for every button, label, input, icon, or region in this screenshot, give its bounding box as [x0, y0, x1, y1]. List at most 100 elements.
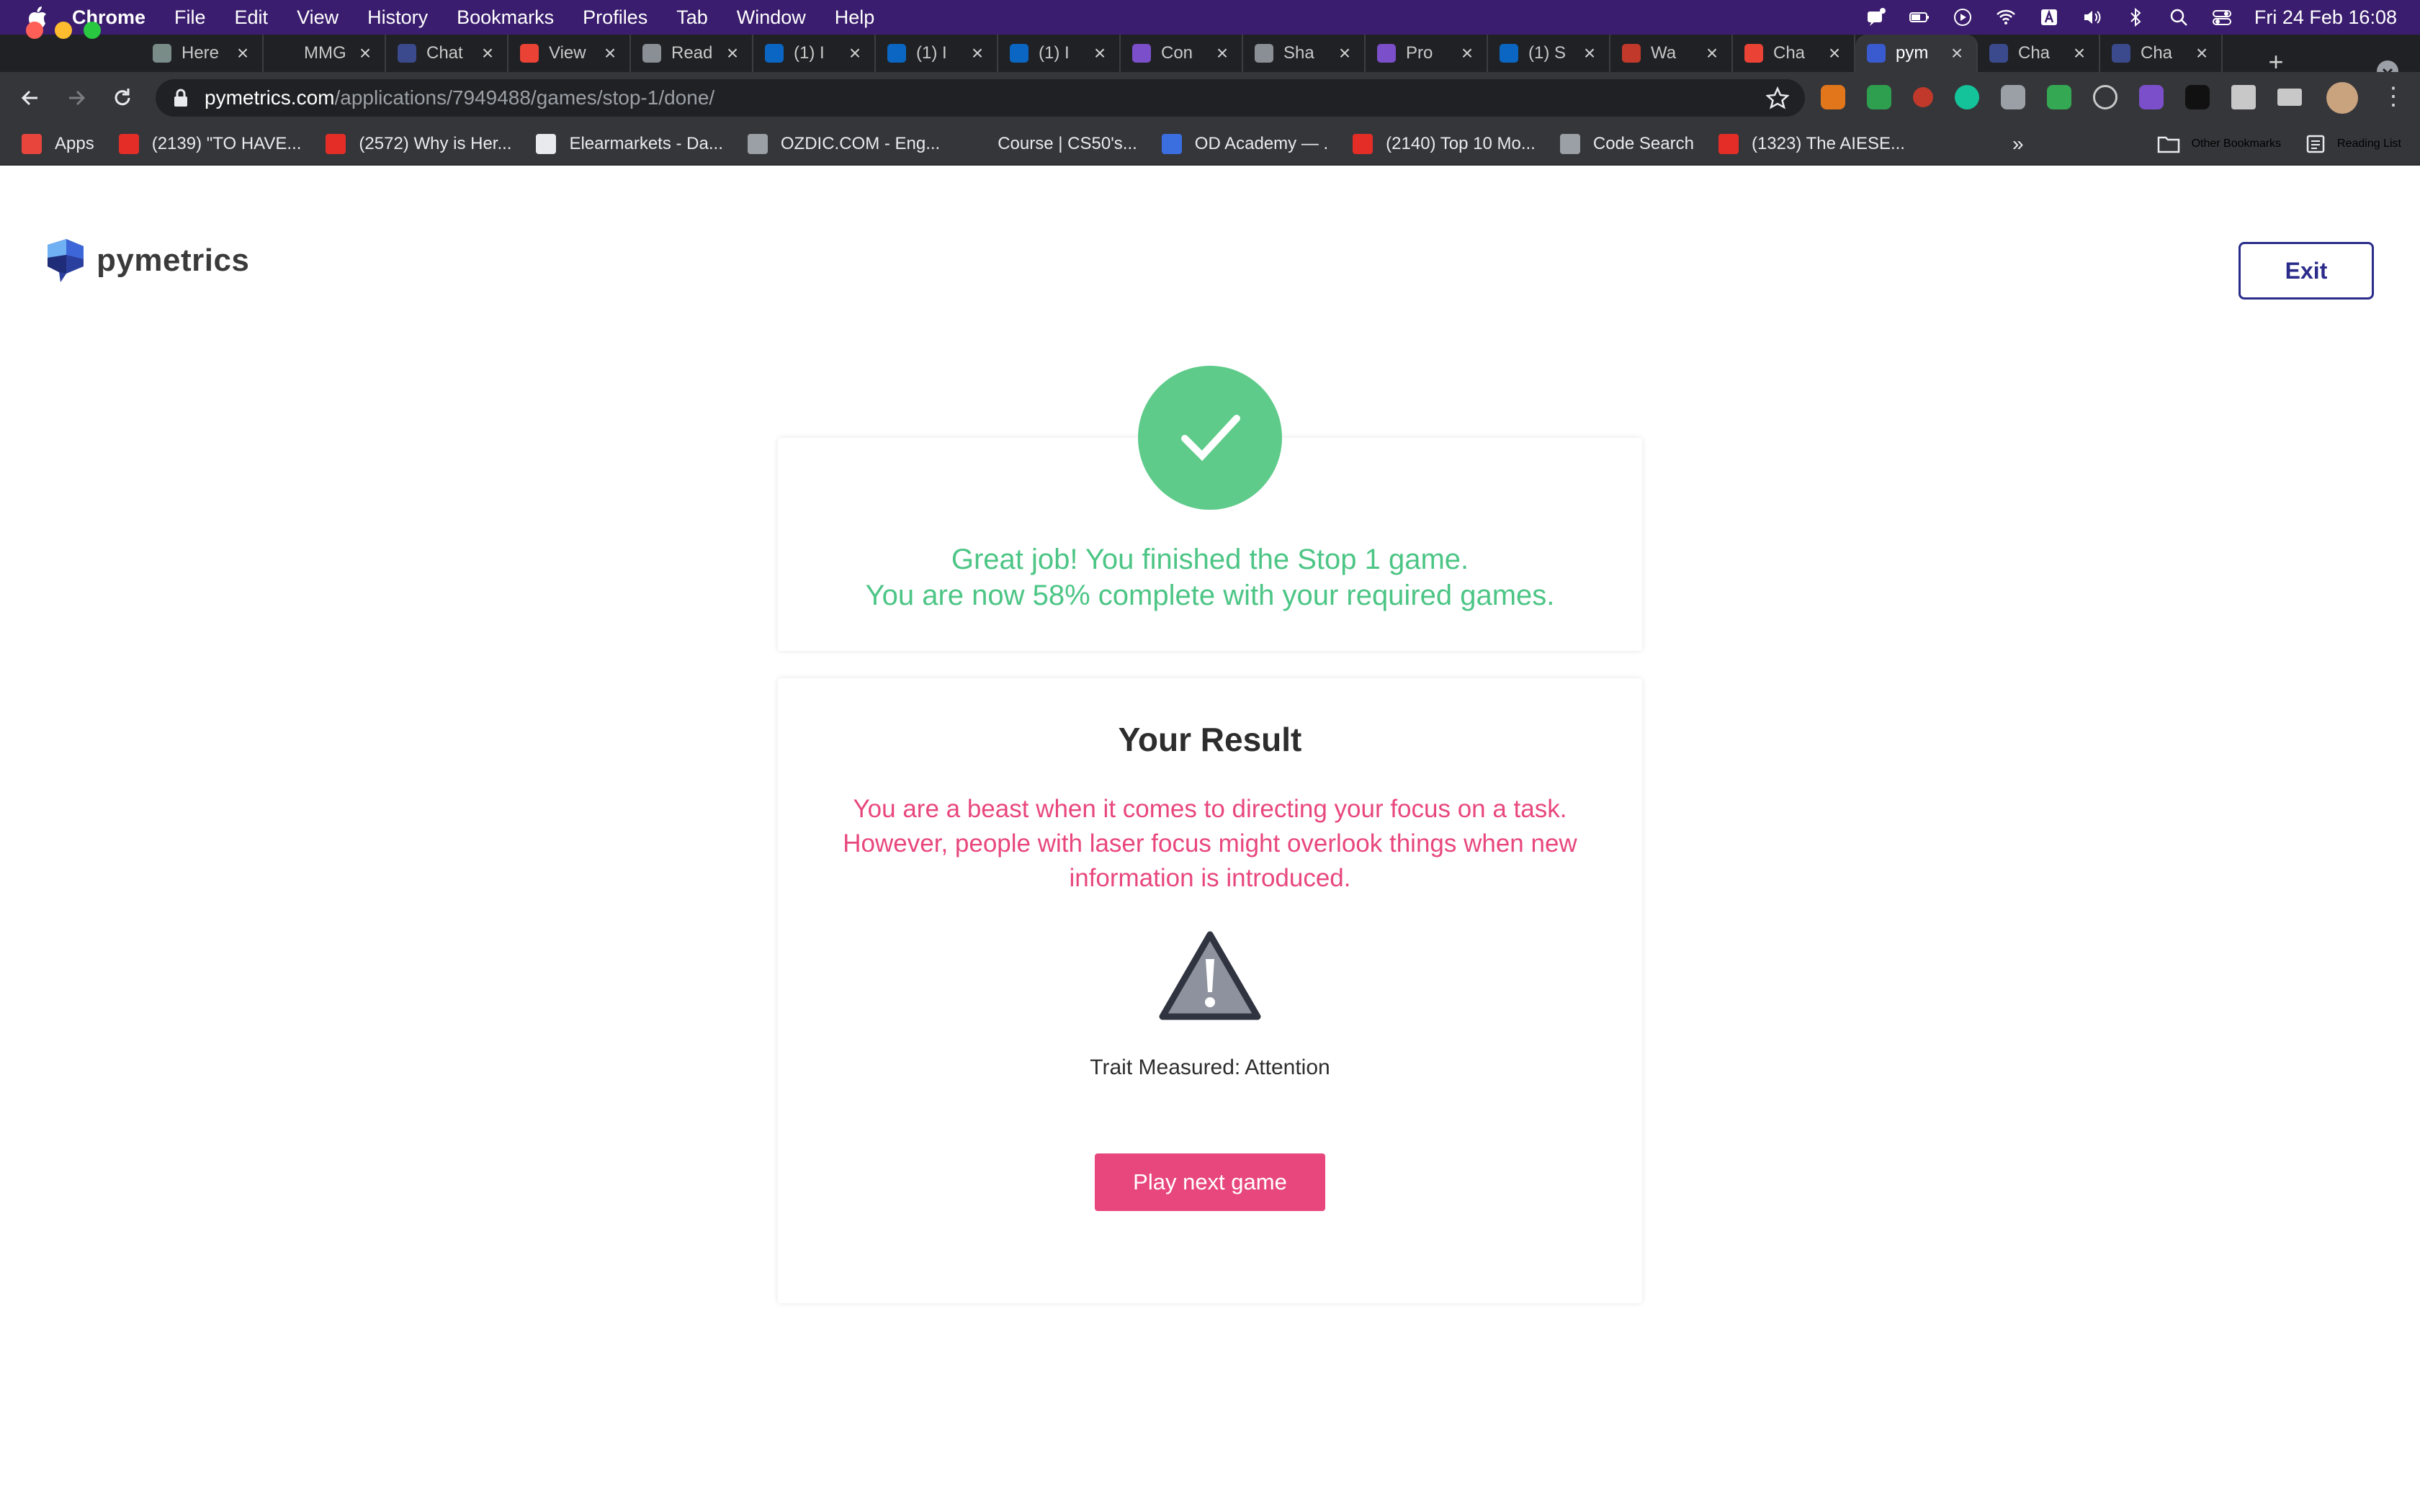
bookmark-star-icon[interactable]	[1766, 86, 1789, 109]
menubar-clock[interactable]: Fri 24 Feb 16:08	[2254, 6, 2397, 29]
other-bookmarks-folder[interactable]: Other Bookmarks	[2157, 135, 2281, 153]
browser-tab[interactable]: (1) S ×	[1488, 35, 1610, 72]
media-queue-icon[interactable]	[2277, 89, 2302, 106]
browser-tab[interactable]: Pro ×	[1366, 35, 1488, 72]
browser-tab[interactable]: MMG ×	[264, 35, 386, 72]
browser-tab[interactable]: Con ×	[1121, 35, 1243, 72]
play-circle-icon[interactable]	[1952, 6, 1973, 28]
grammarly-extension-icon[interactable]	[1955, 85, 1979, 109]
close-tab-icon[interactable]: ×	[1335, 43, 1354, 63]
close-tab-icon[interactable]: ×	[1825, 43, 1844, 63]
close-tab-icon[interactable]: ×	[968, 43, 987, 63]
close-window-button[interactable]	[26, 22, 43, 39]
bookmark-item[interactable]: (2139) "TO HAVE...	[118, 134, 301, 154]
browser-tab[interactable]: Chat ×	[386, 35, 508, 72]
s-extension-icon[interactable]	[2139, 85, 2164, 109]
bookmark-item[interactable]: Elearmarkets - Da...	[536, 134, 723, 154]
close-tab-icon[interactable]: ×	[356, 43, 375, 63]
browser-menu-button[interactable]: ⋮	[2381, 84, 2406, 109]
close-tab-icon[interactable]: ×	[233, 43, 252, 63]
bookmarks-overflow-button[interactable]: »	[2012, 132, 2024, 156]
browser-tab[interactable]: (1) I ×	[998, 35, 1121, 72]
bookmark-item[interactable]: OD Academy — .	[1161, 134, 1329, 154]
menu-edit[interactable]: Edit	[235, 6, 269, 29]
notification-icon[interactable]	[1865, 6, 1887, 28]
browser-tab[interactable]: Read ×	[631, 35, 753, 72]
close-tab-icon[interactable]: ×	[2070, 43, 2089, 63]
bird-extension-icon[interactable]	[1913, 87, 1933, 107]
bookmark-item[interactable]: (1323) The AIESE...	[1718, 134, 1905, 154]
shield-extension-icon[interactable]	[1867, 85, 1891, 109]
wifi-icon[interactable]	[1995, 6, 2017, 28]
zoom-window-button[interactable]	[84, 22, 101, 39]
react-devtools-extension-icon[interactable]	[2093, 85, 2118, 109]
input-source-icon[interactable]	[2038, 6, 2060, 28]
browser-tab[interactable]: (1) I ×	[753, 35, 876, 72]
close-tab-icon[interactable]: ×	[1458, 43, 1476, 63]
menu-bookmarks[interactable]: Bookmarks	[457, 6, 554, 29]
browser-tab[interactable]: Cha ×	[1733, 35, 1855, 72]
pymetrics-logo-icon	[48, 239, 84, 282]
battery-icon[interactable]	[1909, 6, 1930, 28]
spotlight-search-icon[interactable]	[2168, 6, 2190, 28]
menu-view[interactable]: View	[297, 6, 339, 29]
browser-tab[interactable]: Sha ×	[1243, 35, 1366, 72]
bookmark-item[interactable]: Course | CS50's...	[964, 134, 1137, 154]
address-bar[interactable]: pymetrics.com/applications/7949488/games…	[156, 79, 1805, 117]
close-tab-icon[interactable]: ×	[478, 43, 497, 63]
forward-button[interactable]	[63, 85, 89, 111]
menu-history[interactable]: History	[367, 6, 428, 29]
control-center-icon[interactable]	[2211, 6, 2233, 28]
metamask-extension-icon[interactable]	[1821, 85, 1845, 109]
bookmark-item[interactable]: Apps	[22, 134, 94, 154]
browser-tab[interactable]: Cha ×	[1978, 35, 2100, 72]
minimize-window-button[interactable]	[55, 22, 72, 39]
reading-list-button[interactable]: Reading List	[2305, 134, 2401, 154]
close-tab-icon[interactable]: ×	[1703, 43, 1721, 63]
close-tab-icon[interactable]: ×	[1580, 43, 1599, 63]
bookmark-item[interactable]: Code Search	[1559, 134, 1694, 154]
close-tab-icon[interactable]: ×	[723, 43, 742, 63]
menu-profiles[interactable]: Profiles	[583, 6, 647, 29]
lock-icon[interactable]	[173, 89, 189, 107]
bluetooth-icon[interactable]	[2125, 6, 2146, 28]
bookmark-item[interactable]: OZDIC.COM - Eng...	[747, 134, 940, 154]
browser-tab[interactable]: View ×	[508, 35, 631, 72]
play-next-game-button[interactable]: Play next game	[1095, 1153, 1325, 1211]
browser-tab[interactable]: (1) I ×	[876, 35, 998, 72]
bookmark-label: OD Academy — .	[1194, 134, 1329, 153]
menu-file[interactable]: File	[174, 6, 206, 29]
menu-tab[interactable]: Tab	[676, 6, 708, 29]
bookmark-label: Apps	[55, 134, 94, 153]
browser-tab[interactable]: pym ×	[1855, 35, 1978, 72]
reload-button[interactable]	[109, 85, 135, 111]
browser-tab[interactable]: Cha ×	[2100, 35, 2223, 72]
back-button[interactable]	[17, 85, 43, 111]
close-tab-icon[interactable]: ×	[1948, 43, 1966, 63]
close-tab-icon[interactable]: ×	[601, 43, 619, 63]
browser-toolbar: pymetrics.com/applications/7949488/games…	[0, 72, 2420, 124]
tab-title: pym	[1896, 43, 1929, 63]
browser-tab[interactable]: Here ×	[141, 35, 264, 72]
pymetrics-page: pymetrics Exit Great job! You finished t…	[0, 166, 2420, 1512]
puzzle-extensions-icon[interactable]	[2231, 85, 2256, 109]
menu-help[interactable]: Help	[835, 6, 875, 29]
exit-button[interactable]: Exit	[2238, 242, 2374, 300]
bookmark-item[interactable]: (2572) Why is Her...	[326, 134, 511, 154]
close-tab-icon[interactable]: ×	[1213, 43, 1232, 63]
dark-extension-icon[interactable]	[2185, 85, 2210, 109]
profile-avatar[interactable]	[2326, 82, 2358, 114]
pymetrics-logo[interactable]: pymetrics	[45, 238, 249, 284]
privacy-badger-extension-icon[interactable]	[2001, 85, 2025, 109]
close-tab-icon[interactable]: ×	[1090, 43, 1109, 63]
mail-extension-icon[interactable]	[2047, 85, 2071, 109]
close-tab-icon[interactable]: ×	[846, 43, 864, 63]
close-tab-icon[interactable]: ×	[2192, 43, 2211, 63]
youtube-icon	[1718, 134, 1739, 154]
volume-icon[interactable]	[2081, 6, 2103, 28]
openai-icon	[153, 44, 171, 63]
browser-tab[interactable]: Wa ×	[1610, 35, 1733, 72]
menu-window[interactable]: Window	[737, 6, 806, 29]
gmail-icon	[520, 44, 539, 63]
bookmark-item[interactable]: (2140) Top 10 Mo...	[1353, 134, 1536, 154]
